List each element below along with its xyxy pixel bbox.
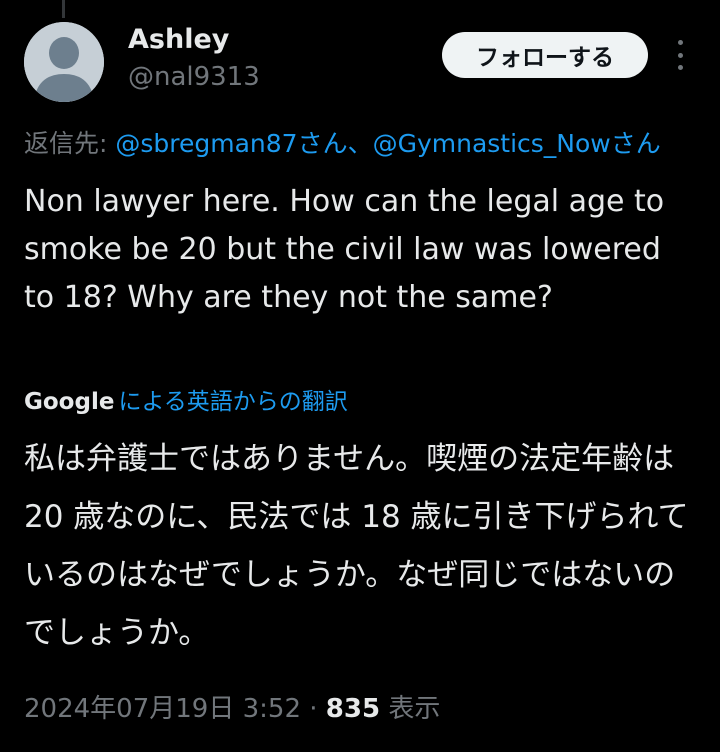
views-count: 835 <box>325 694 381 724</box>
mention-link-gymnastics-now[interactable]: @Gymnastics_Nowさん <box>373 129 661 158</box>
meta-separator: · <box>301 694 326 724</box>
avatar[interactable] <box>24 22 104 102</box>
follow-button[interactable]: フォローする <box>442 32 648 78</box>
mention-link-sbregman87[interactable]: @sbregman87さん、 <box>115 129 372 158</box>
reply-to-prefix: 返信先: <box>24 129 116 158</box>
timestamp-link[interactable]: 2024年07月19日 3:52 <box>24 694 301 724</box>
display-name[interactable]: Ashley <box>128 24 229 55</box>
more-vertical-icon[interactable] <box>666 40 694 70</box>
tweet-text: Non lawyer here. How can the legal age t… <box>24 184 665 315</box>
views-label: 表示 <box>380 694 441 724</box>
thread-connector-line <box>62 0 65 18</box>
translation-toggle-link[interactable]: による英語からの翻訳 <box>118 382 347 416</box>
user-handle[interactable]: @nal9313 <box>128 62 260 92</box>
translated-text: 私は弁護士ではありません。喫煙の法定年齢は 20 歳なのに、民法では 18 歳に… <box>24 441 689 651</box>
google-logo: Google <box>24 389 115 415</box>
default-user-icon <box>24 22 104 102</box>
tweet-meta: 2024年07月19日 3:52 · 835 表示 <box>24 688 440 725</box>
reply-to-line: 返信先: @sbregman87さん、@Gymnastics_Nowさん <box>24 124 720 160</box>
translation-attribution: Google による英語からの翻訳 <box>24 382 348 416</box>
